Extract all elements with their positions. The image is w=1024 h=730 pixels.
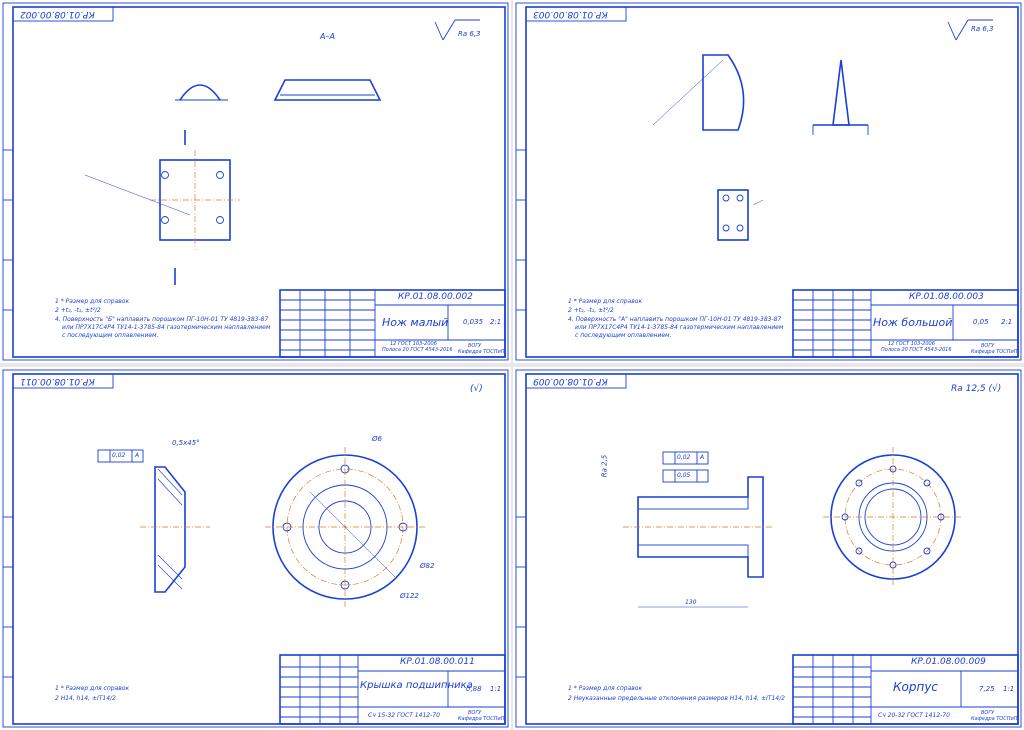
sheet-1-note-2: 2 +t₂, -t₂, ±t²/2 — [55, 307, 101, 314]
sheet-2-part-name: Нож большой — [873, 316, 953, 329]
sheet-1-org-2: Кафедра ТОСПиП — [458, 349, 505, 355]
sheet-2-note-5: с последующим оплавлением. — [575, 332, 672, 339]
sheet-1-material-2: Полоса 20 ГОСТ 4543-2016 — [382, 347, 453, 353]
sheet-3-d-out: Ø122 — [400, 592, 419, 600]
sheet-2-note-2: 2 +t₂, -t₂, ±t²/2 — [568, 307, 614, 314]
sheet-4-org-2: Кафедра ТОСПиП — [971, 716, 1018, 722]
sheet-4-mass: 7,25 — [979, 685, 995, 693]
sheet-2-code-mirror: КР.01.08.00.003 — [533, 9, 608, 19]
sheet-2-note-1: 1 * Размер для справок — [568, 298, 643, 305]
sheet-3-note-2: 2 Н14, h14, ±IT14/2 — [55, 695, 116, 702]
sheet-4-graphics — [515, 369, 1022, 728]
sheet-2-material-2: Полоса 20 ГОСТ 4543-2016 — [881, 347, 952, 353]
sheet-3-material: Сч 15-32 ГОСТ 1412-70 — [368, 712, 440, 719]
sheet-1-scale: 2:1 — [490, 318, 502, 326]
sheet-3-roughness: (√) — [470, 384, 483, 394]
sheet-2-org-2: Кафедра ТОСПиП — [971, 349, 1018, 355]
sheet-4-scale: 1:1 — [1003, 685, 1015, 693]
sheet-3-chamfer: 0,5x45° — [172, 439, 200, 447]
sheet-2-stamp-code: КР.01.08.00.003 — [909, 292, 984, 302]
sheet-1-note-4: или ПР7Х17С4Р4 ТУ14-1-3785-84 газотермич… — [62, 324, 271, 331]
sheet-4-note-2: 2 Неуказанные предельные отклонения разм… — [568, 695, 785, 702]
sheet-2-mass: 0,05 — [973, 318, 989, 326]
sheet-1-code-mirror: КР.01.08.00.002 — [20, 9, 95, 19]
sheet-4-stamp-code: КР.01.08.00.009 — [911, 657, 986, 667]
sheet-4-ra: Ra 2,5 — [600, 454, 609, 478]
sheet-4-length: 130 — [685, 599, 697, 606]
sheet-3-org-2: Кафедра ТОСПиП — [458, 716, 505, 722]
sheet-4-base: А — [700, 454, 705, 461]
sheet-3-stamp-code: КР.01.08.00.011 — [400, 657, 475, 667]
drawing-sheet-1: КР.01.08.00.002 Ra 6,3 А–А 1 * Размер дл… — [0, 0, 511, 363]
sheet-3-graphics — [2, 369, 509, 728]
sheet-4-code-mirror: КР.01.08.00.009 — [533, 376, 608, 386]
sheet-1-note-3: 4. Поверхность "Б" наплавить порошком ПГ… — [55, 316, 269, 323]
sheet-2-roughness: Ra 6,3 — [971, 25, 994, 33]
sheet-3-holes: Ø6 — [372, 435, 382, 443]
sheet-3-part-name: Крышка подшипника — [360, 680, 473, 691]
drawing-sheet-3: КР.01.08.00.011 (√) 0,5x45° 0,02 А Ø6 Ø8… — [0, 367, 511, 730]
sheet-3-base: А — [135, 452, 140, 459]
sheet-1-section-label: А–А — [320, 32, 335, 41]
sheet-1-note-1: 1 * Размер для справок — [55, 298, 130, 305]
sheet-3-scale: 1:1 — [490, 685, 502, 693]
sheet-3-tolerance: 0,02 — [112, 452, 126, 459]
sheet-4-tolerance-1: 0,02 — [677, 454, 691, 461]
sheet-2-note-3: 4. Поверхность "А" наплавить порошком ПГ… — [568, 316, 782, 323]
sheet-4-roughness: Ra 12,5 (√) — [951, 384, 1002, 394]
sheet-4-material: Сч 20-32 ГОСТ 1412-70 — [878, 712, 950, 719]
sheet-3-code-mirror: КР.01.08.00.011 — [20, 376, 95, 386]
sheet-1-part-name: Нож малый — [382, 316, 449, 329]
sheet-2-note-4: или ПР7Х17С4Р4 ТУ14-1-3785-84 газотермич… — [575, 324, 784, 331]
sheet-1-stamp-code: КР.01.08.00.002 — [398, 292, 473, 302]
sheet-3-d-mid: Ø82 — [420, 562, 435, 570]
sheet-2-scale: 2:1 — [1001, 318, 1013, 326]
sheet-3-mass: 0,88 — [466, 685, 482, 693]
drawing-sheet-4: КР.01.08.00.009 Ra 12,5 (√) 0,02 0,05 А … — [513, 367, 1024, 730]
sheet-4-tolerance-2: 0,05 — [677, 472, 691, 479]
sheet-4-part-name: Корпус — [893, 680, 939, 694]
sheet-1-mass: 0,035 — [463, 318, 484, 326]
sheet-3-note-1: 1 * Размер для справок — [55, 685, 130, 692]
sheet-4-note-1: 1 * Размер для справок — [568, 685, 643, 692]
drawing-sheet-2: КР.01.08.00.003 Ra 6,3 1 * Размер для сп… — [513, 0, 1024, 363]
sheet-1-note-5: с последующим оплавлением. — [62, 332, 159, 339]
sheet-1-roughness: Ra 6,3 — [458, 30, 481, 38]
